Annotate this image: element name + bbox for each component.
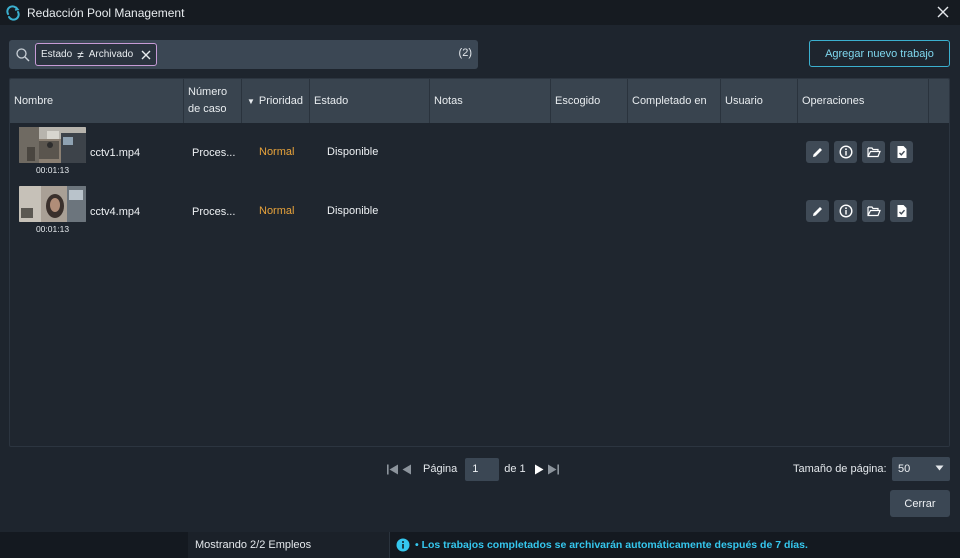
- info-icon: [838, 145, 853, 159]
- column-header-completado[interactable]: Completado en: [628, 79, 721, 123]
- export-button[interactable]: [890, 200, 913, 222]
- page-size-select[interactable]: 50: [892, 457, 950, 481]
- close-window-icon[interactable]: [934, 3, 952, 21]
- column-header-usuario[interactable]: Usuario: [721, 79, 798, 123]
- archive-notice-text: • Los trabajos completados se archivarán…: [415, 539, 808, 551]
- case-number: Proces...: [192, 206, 236, 218]
- search-icon: [15, 47, 31, 63]
- showing-count: Mostrando 2/2 Empleos: [188, 532, 390, 558]
- video-thumbnail[interactable]: 00:01:13: [19, 186, 86, 234]
- table-header: Nombre Número de caso ▼ Prioridad Estado…: [10, 79, 949, 123]
- filter-operator: ≠: [77, 47, 84, 62]
- next-page-icon[interactable]: [533, 462, 547, 476]
- priority-value: Normal: [259, 146, 295, 158]
- status-bar: Mostrando 2/2 Empleos • Los trabajos com…: [0, 532, 960, 558]
- status-value: Disponible: [327, 205, 379, 217]
- folder-open-icon: [866, 146, 881, 158]
- page-number-input[interactable]: [465, 457, 500, 481]
- priority-value: Normal: [259, 205, 295, 217]
- archive-notice: • Los trabajos completados se archivarán…: [396, 532, 808, 558]
- first-page-icon[interactable]: [385, 462, 399, 476]
- open-folder-button[interactable]: [862, 141, 885, 163]
- table-row[interactable]: 00:01:13 cctv4.mp4 Proces... Normal Disp…: [10, 182, 949, 240]
- folder-open-icon: [866, 205, 881, 217]
- job-name: cctv4.mp4: [90, 206, 141, 218]
- remove-filter-icon[interactable]: [140, 49, 152, 61]
- case-number: Proces...: [192, 147, 236, 159]
- thumbnail-image: [19, 127, 86, 163]
- chevron-down-icon: [935, 465, 944, 471]
- add-job-button[interactable]: Agregar nuevo trabajo: [809, 40, 950, 67]
- row-operations: [806, 141, 913, 163]
- edit-button[interactable]: [806, 141, 829, 163]
- column-header-nombre[interactable]: Nombre: [10, 79, 184, 123]
- filter-field: Estado: [41, 49, 73, 60]
- column-header-numero[interactable]: Número de caso: [184, 79, 242, 123]
- info-button[interactable]: [834, 141, 857, 163]
- status-value: Disponible: [327, 146, 379, 158]
- filter-value: Archivado: [88, 49, 134, 60]
- video-duration: 00:01:13: [35, 224, 70, 234]
- edit-icon: [811, 205, 824, 218]
- file-check-icon: [896, 204, 908, 218]
- video-thumbnail[interactable]: 00:01:13: [19, 127, 86, 175]
- app-logo-icon: [5, 4, 21, 21]
- info-icon: [838, 204, 853, 218]
- export-button[interactable]: [890, 141, 913, 163]
- edit-icon: [811, 146, 824, 159]
- info-button[interactable]: [834, 200, 857, 222]
- page-total: de 1: [504, 463, 526, 475]
- thumbnail-image: [19, 186, 86, 222]
- table-row[interactable]: 00:01:13 cctv1.mp4 Proces... Normal Disp…: [10, 123, 949, 181]
- job-name: cctv1.mp4: [90, 147, 141, 159]
- file-check-icon: [896, 145, 908, 159]
- column-header-spacer: [929, 79, 949, 123]
- table-scrollbar[interactable]: [946, 123, 949, 446]
- column-header-prioridad[interactable]: ▼ Prioridad: [242, 79, 310, 123]
- column-header-estado[interactable]: Estado: [310, 79, 430, 123]
- column-header-operaciones[interactable]: Operaciones: [798, 79, 929, 123]
- title-bar: Redacción Pool Management: [0, 0, 960, 25]
- column-header-prioridad-label: Prioridad: [258, 94, 303, 107]
- page-label: Página: [423, 463, 458, 475]
- column-header-numero-line2: de caso: [188, 103, 227, 115]
- close-button[interactable]: Cerrar: [890, 490, 950, 517]
- edit-button[interactable]: [806, 200, 829, 222]
- pagination: Página de 1: [385, 457, 561, 481]
- video-duration: 00:01:13: [35, 165, 70, 175]
- result-count: (2): [458, 47, 472, 59]
- page-size-value: 50: [898, 463, 911, 475]
- page-size-label: Tamaño de página:: [793, 463, 887, 475]
- row-operations: [806, 200, 913, 222]
- column-header-escogido[interactable]: Escogido: [551, 79, 628, 123]
- info-circle-icon: [396, 538, 410, 552]
- sort-desc-icon: ▼: [247, 96, 255, 106]
- filter-chip[interactable]: Estado ≠ Archivado: [35, 43, 158, 66]
- window-title: Redacción Pool Management: [27, 5, 185, 20]
- open-folder-button[interactable]: [862, 200, 885, 222]
- column-header-numero-line1: Número: [188, 86, 228, 98]
- last-page-icon[interactable]: [547, 462, 561, 476]
- search-bar[interactable]: Estado ≠ Archivado (2): [9, 40, 478, 69]
- previous-page-icon[interactable]: [399, 462, 413, 476]
- jobs-table: Nombre Número de caso ▼ Prioridad Estado…: [9, 78, 950, 447]
- column-header-notas[interactable]: Notas: [430, 79, 551, 123]
